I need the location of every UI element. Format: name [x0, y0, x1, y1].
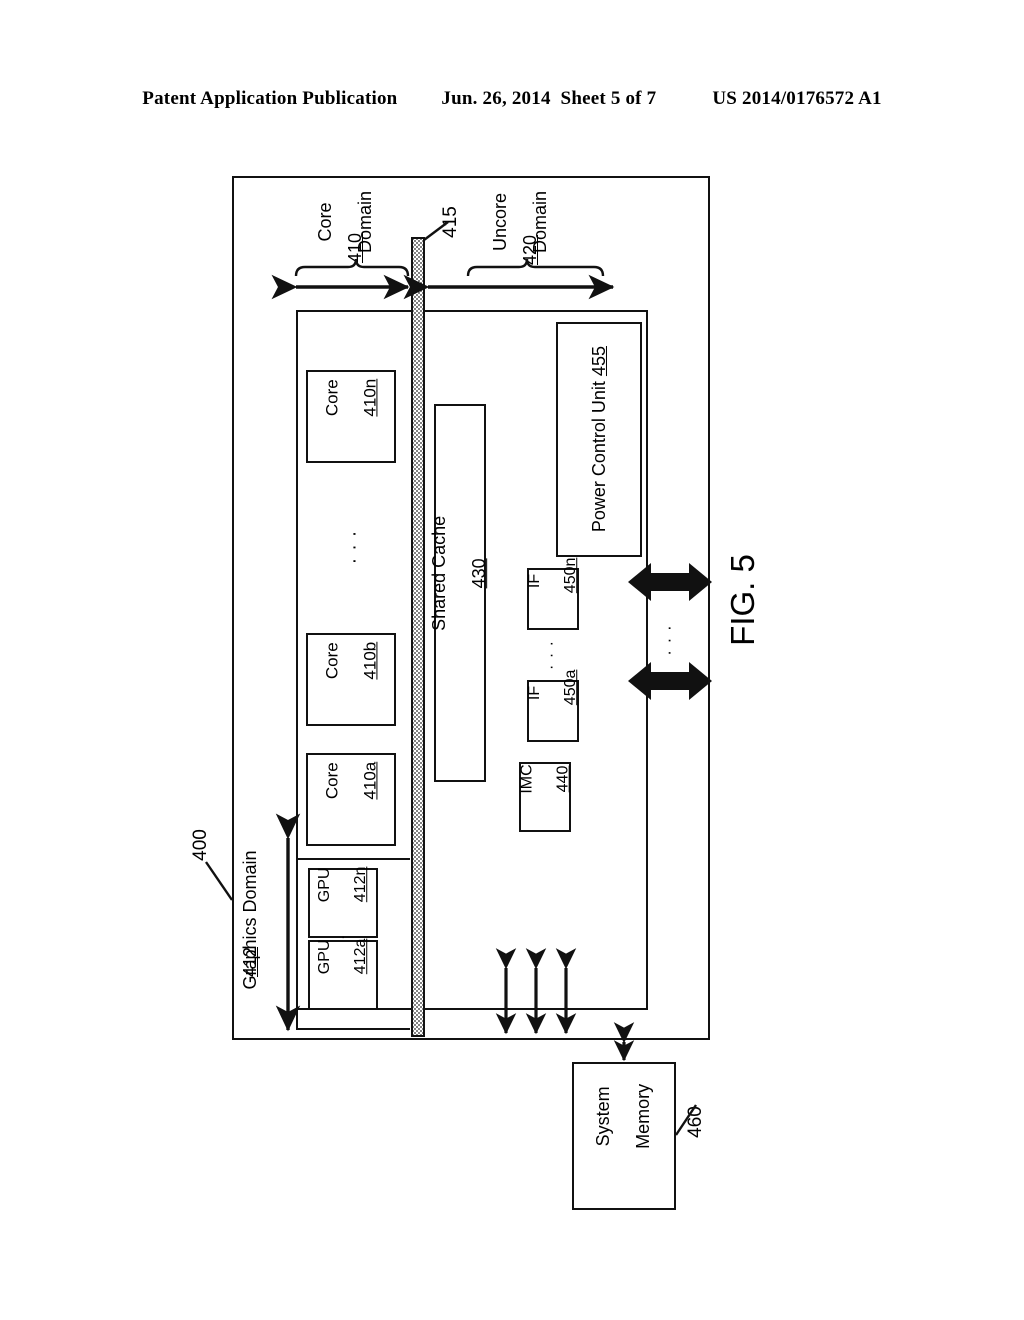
shared-cache-ref: 430: [470, 557, 491, 589]
if-box-450n[interactable]: IF 450n: [526, 558, 579, 630]
if-450n-name: IF: [526, 574, 544, 589]
header-publication: Patent Application Publication: [142, 88, 398, 109]
if-450a-name: IF: [526, 686, 544, 701]
interconnect-ref-label: 415: [440, 206, 461, 238]
processor-ref-label: 400: [190, 829, 211, 861]
if-450a-ref: 450a: [561, 669, 579, 706]
gpu-412a-ref: 412a: [351, 938, 369, 975]
shared-cache-name: Shared Cache: [429, 515, 450, 631]
link-ellipsis: · · ·: [659, 624, 678, 656]
if-box-450a[interactable]: IF 450a: [526, 670, 579, 742]
core-410n-name: Core: [322, 379, 342, 417]
header-patent-number: US 2014/0176572 A1: [712, 88, 882, 109]
shared-cache-box[interactable]: Shared Cache 430: [430, 404, 490, 782]
system-memory-l2: Memory: [634, 1083, 655, 1149]
core-ellipsis: · · ·: [344, 529, 365, 565]
pcu-ref: 455: [588, 346, 609, 377]
core-410b-name: Core: [322, 642, 342, 680]
gpu-412n-ref: 412n: [351, 866, 369, 903]
system-memory-ref-label: 460: [685, 1106, 706, 1138]
header-date-sheet: Jun. 26, 2014 Sheet 5 of 7: [441, 88, 657, 109]
uncore-domain-name-l1: Uncore: [490, 192, 511, 252]
system-memory-box[interactable]: System Memory: [572, 1062, 676, 1210]
core-domain-ref: 410: [345, 232, 365, 264]
if-ellipsis: · · ·: [543, 640, 560, 670]
gpu-412n-name: GPU: [316, 867, 334, 903]
core-box-410n[interactable]: Core 410n: [306, 370, 396, 463]
core-410b-ref: 410b: [360, 641, 380, 680]
gpu-box-412a[interactable]: GPU 412a: [308, 938, 378, 1010]
imc-box[interactable]: IMC 440: [518, 762, 571, 832]
core-box-410a[interactable]: Core 410a: [306, 753, 396, 846]
core-410n-ref: 410n: [360, 378, 380, 417]
gpu-412a-name: GPU: [316, 939, 334, 975]
core-box-410b[interactable]: Core 410b: [306, 633, 396, 726]
graphics-domain-ref: 412: [240, 946, 260, 978]
core-domain-label: Core Domain: [295, 172, 375, 292]
uncore-domain-label: Uncore Domain: [470, 172, 550, 292]
power-control-unit-box[interactable]: Power Control Unit 455: [556, 322, 642, 557]
if-450n-ref: 450n: [561, 557, 579, 594]
page-header: Patent Application Publication Jun. 26, …: [0, 86, 1024, 112]
figure-caption: FIG. 5: [724, 554, 761, 646]
core-410a-name: Core: [322, 762, 342, 800]
core-410a-ref: 410a: [360, 761, 380, 800]
imc-name: IMC: [518, 764, 536, 794]
core-domain-name-l1: Core: [315, 202, 336, 242]
pcu-name: Power Control Unit: [588, 381, 609, 533]
uncore-domain-ref: 420: [520, 234, 540, 266]
imc-ref: 440: [553, 765, 571, 793]
system-memory-l1: System: [593, 1085, 614, 1146]
